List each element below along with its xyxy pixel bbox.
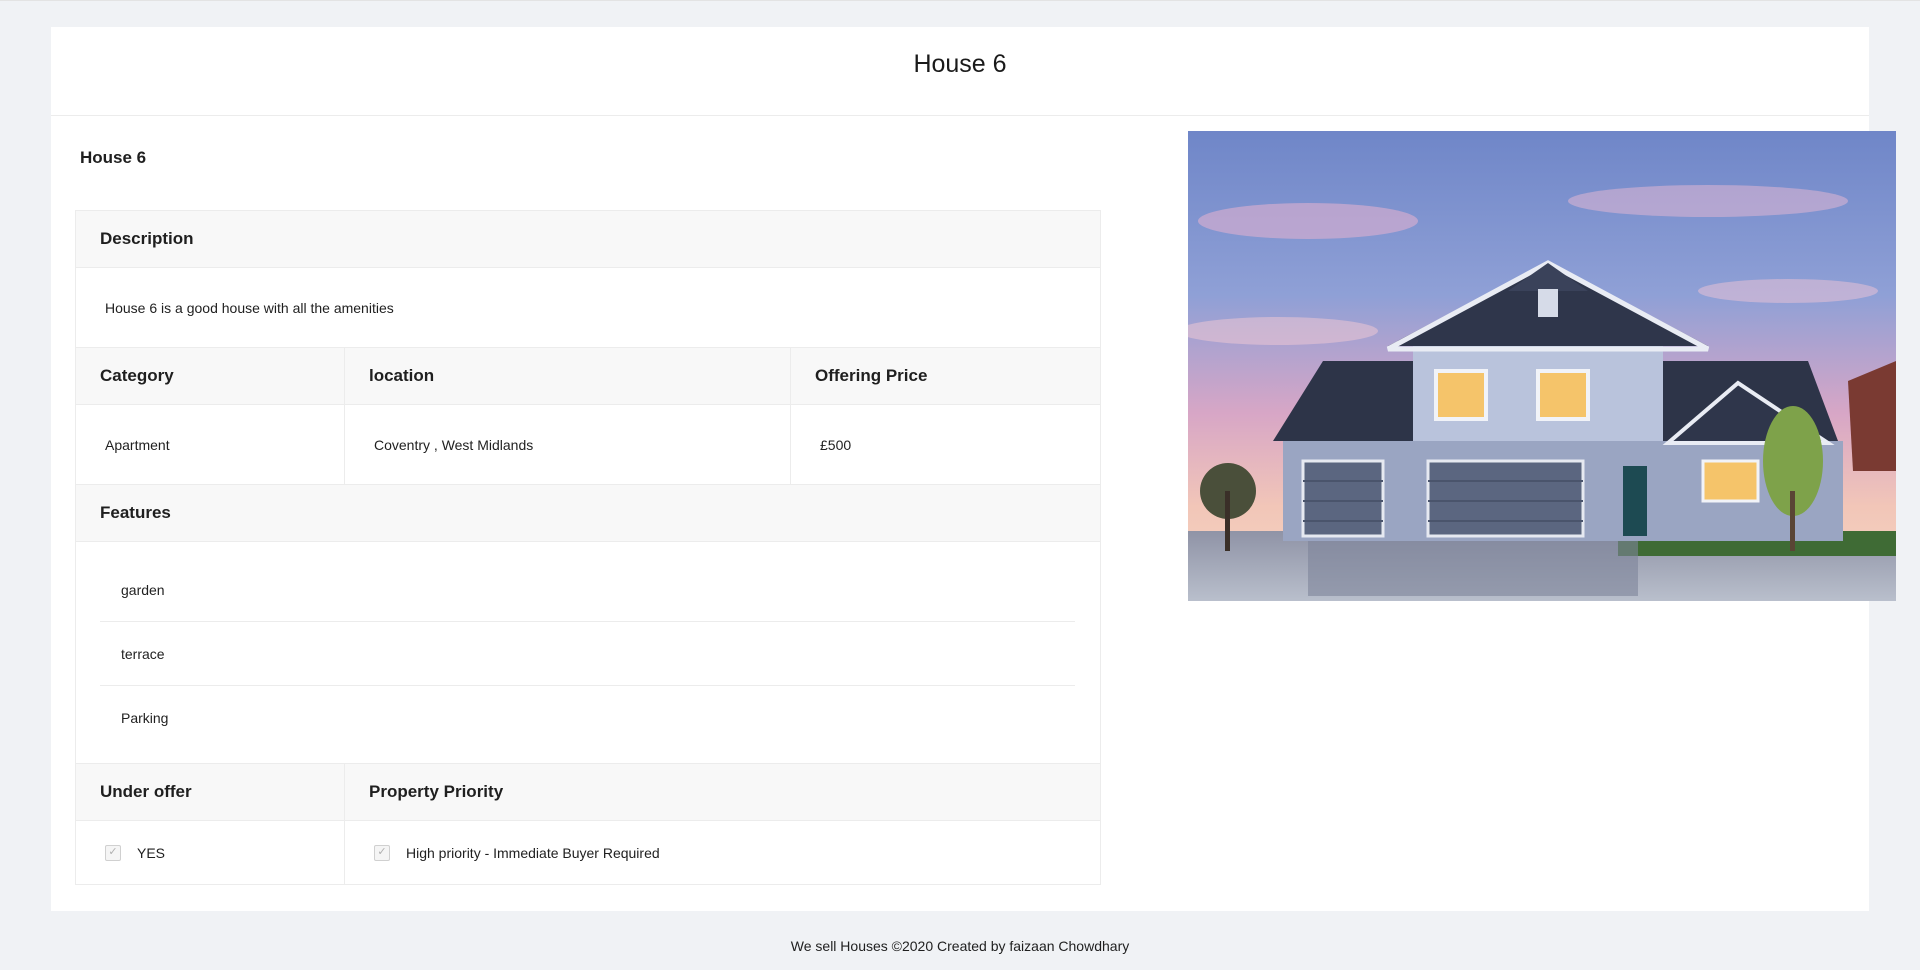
house-image-svg [1188, 131, 1896, 601]
description-header: Description [76, 211, 1100, 268]
under-offer-value: YES [137, 844, 166, 861]
details-header-row: Category location Offering Price [76, 348, 1100, 405]
feature-item-garden: garden [100, 558, 1075, 622]
price-header: Offering Price [791, 348, 1100, 405]
category-value: Apartment [76, 405, 344, 485]
features-list: garden terrace Parking [76, 542, 1100, 764]
top-border [0, 0, 1920, 1]
under-offer-header: Under offer [76, 764, 344, 821]
priority-cell: ✓ High priority - Immediate Buyer Requir… [345, 821, 1100, 885]
footer-text: We sell Houses ©2020 Created by faizaan … [790, 938, 1130, 954]
priority-value: High priority - Immediate Buyer Required [406, 844, 660, 861]
under-offer-cell: ✓ YES [76, 821, 344, 885]
details-value-row: Apartment Coventry , West Midlands £500 [76, 405, 1100, 485]
priority-checkbox[interactable]: ✓ [374, 844, 390, 861]
property-name: House 6 [80, 148, 147, 167]
status-value-row: ✓ YES ✓ High priority - Immediate Buyer … [76, 821, 1100, 885]
category-header: Category [76, 348, 344, 405]
features-header: Features [76, 485, 1100, 542]
price-value: £500 [791, 405, 1100, 485]
house-photo [1188, 131, 1896, 601]
property-details-table: Description House 6 is a good house with… [75, 210, 1101, 885]
under-offer-checkbox[interactable]: ✓ [105, 844, 121, 861]
feature-item-parking: Parking [121, 709, 169, 726]
description-text: House 6 is a good house with all the ame… [76, 268, 1100, 348]
feature-item-terrace: terrace [100, 622, 1075, 686]
status-header-row: Under offer Property Priority [76, 764, 1100, 821]
page-title: House 6 [913, 49, 1007, 78]
card-header: House 6 [51, 27, 1869, 116]
location-value: Coventry , West Midlands [345, 405, 790, 485]
priority-header: Property Priority [345, 764, 1100, 821]
location-header: location [345, 348, 790, 405]
property-card: House 6 House 6 Description House 6 is a… [51, 27, 1896, 911]
